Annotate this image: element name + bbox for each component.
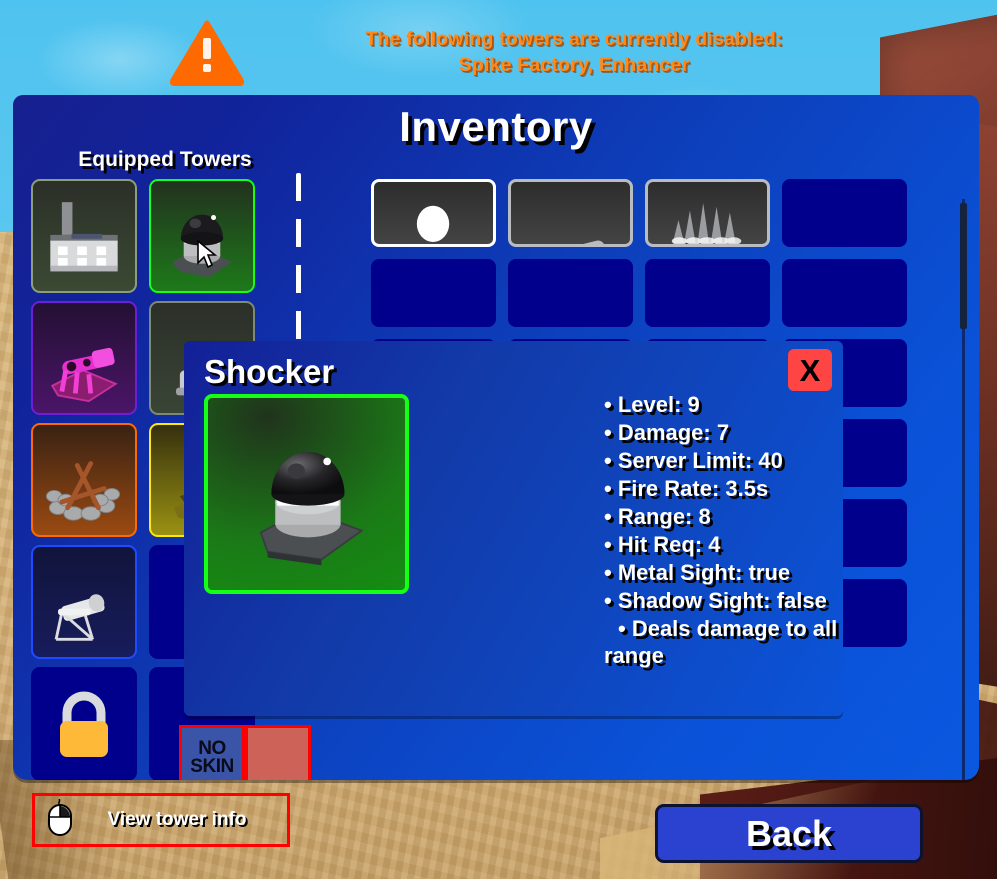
no-skin-label-line2: SKIN (190, 756, 234, 777)
skin-option-no-skin[interactable]: NO SKIN (179, 725, 245, 780)
inventory-slot-8[interactable] (782, 259, 907, 327)
tooltip-stat-4: • Fire Rate: 3.5s (604, 475, 769, 501)
campfire-icon (33, 425, 135, 535)
inventory-slot-7[interactable] (645, 259, 770, 327)
shocker-icon (259, 451, 364, 566)
warning-triangle-icon (170, 20, 244, 86)
lock-icon (31, 667, 137, 780)
mouse-pointer-icon (196, 239, 218, 270)
inventory-slot-1[interactable] (371, 179, 496, 247)
view-tower-info-label: View tower info (107, 809, 247, 830)
factory-icon (33, 181, 135, 291)
close-icon[interactable]: X (788, 349, 832, 391)
equipped-slot-3[interactable] (31, 301, 137, 415)
warning-text: The following towers are currently disab… (258, 27, 890, 79)
tooltip-stat-7: • Metal Sight: true (604, 559, 791, 585)
tooltip-stat-3: • Server Limit: 40 (604, 447, 783, 473)
skin-option-swatch[interactable] (245, 725, 311, 780)
tooltip-tower-preview (204, 394, 409, 594)
tooltip-stat-2: • Damage: 7 (604, 419, 730, 445)
inventory-slot-3[interactable] (645, 179, 770, 247)
tooltip-tower-name: Shocker (204, 353, 335, 390)
equipped-slot-7[interactable] (31, 545, 137, 659)
equipped-towers-label: Equipped Towers (78, 148, 252, 171)
inventory-slot-5[interactable] (371, 259, 496, 327)
skin-selector-row: NO SKIN (179, 725, 311, 780)
tooltip-stat-1: • Level: 9 (604, 392, 700, 417)
disabled-towers-warning: The following towers are currently disab… (170, 14, 890, 92)
equipped-slot-2[interactable] (149, 179, 255, 293)
inventory-slot-4[interactable] (782, 179, 907, 247)
back-button[interactable]: Back (655, 804, 923, 863)
tooltip-stat-6: • Hit Req: 4 (604, 531, 721, 557)
accelerator-icon (33, 303, 135, 413)
tooltip-stat-5: • Range: 8 (604, 503, 711, 529)
inventory-scrollbar-thumb[interactable] (960, 203, 967, 329)
cannon-icon (33, 547, 135, 657)
tooltip-stat-8: • Shadow Sight: false (604, 587, 827, 613)
shocker-icon (151, 181, 253, 291)
view-tower-info-button[interactable]: View tower info (32, 793, 290, 847)
tower-info-tooltip: Shocker X • Level: 9 • Damage: 7 • Serve… (184, 341, 843, 716)
warning-line-2: Spike Factory, Enhancer (458, 54, 690, 76)
inventory-slot-2[interactable] (508, 179, 633, 247)
equipped-slot-1[interactable] (31, 179, 137, 293)
equipped-slot-9[interactable] (31, 667, 137, 780)
warning-line-1: The following towers are currently disab… (365, 28, 783, 51)
inventory-slot-6[interactable] (508, 259, 633, 327)
tooltip-description: • Deals damage to all cubes in it's rang… (604, 615, 843, 669)
inventory-panel: Inventory Equipped Towers NO SKIN Shocke… (13, 95, 979, 780)
equipped-slot-5[interactable] (31, 423, 137, 537)
tooltip-stats-list: • Level: 9 • Damage: 7 • Server Limit: 40 •… (604, 391, 843, 670)
back-button-label: Back (745, 812, 833, 854)
mouse-left-click-icon (47, 797, 73, 842)
page-title: Inventory (399, 103, 593, 150)
